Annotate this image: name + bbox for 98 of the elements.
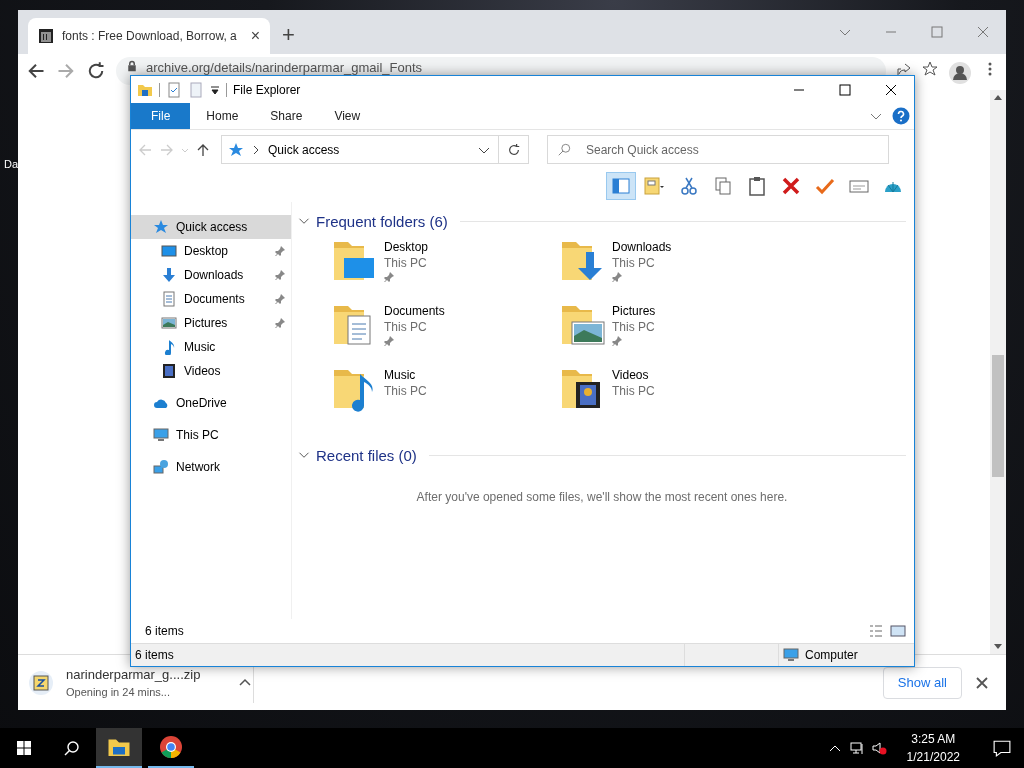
pin-icon (384, 336, 394, 346)
empty-message: After you've opened some files, we'll show the most recent ones here. (415, 490, 789, 504)
desktop-icon-label: Da (4, 158, 19, 170)
profile-avatar-icon[interactable] (948, 61, 972, 85)
folder-name[interactable]: Videos (612, 368, 655, 382)
sidebar-item[interactable]: This PC (131, 423, 291, 447)
folder-location: This PC (612, 256, 656, 270)
search-icon[interactable] (64, 740, 80, 756)
close-icon[interactable] (974, 674, 990, 691)
pin-icon (275, 318, 285, 328)
folder-name[interactable]: Documents (384, 304, 445, 318)
computer-icon (783, 647, 799, 663)
computer-icon (153, 427, 169, 443)
sidebar-item[interactable]: Downloads (131, 263, 291, 287)
speaker-muted-icon[interactable] (870, 740, 887, 756)
group-title: Recent files (0) (316, 446, 417, 464)
star-icon (153, 219, 169, 235)
delete-icon (781, 176, 801, 196)
network-icon[interactable] (848, 740, 865, 756)
toolbar-button[interactable] (606, 172, 636, 200)
folder-name[interactable]: Downloads (612, 240, 672, 254)
share-icon[interactable] (896, 61, 912, 77)
pin-icon (384, 272, 394, 282)
clock-date: 1/21/2022 (906, 750, 960, 764)
tab-title: fonts : Free Download, Borrow, a (62, 29, 238, 43)
windows-start-icon[interactable] (16, 740, 32, 756)
sidebar-item[interactable]: Quick access (131, 215, 291, 239)
download-icon (161, 267, 177, 283)
browser-tab[interactable]: fonts : Free Download, Borrow, a × (28, 18, 270, 54)
help-icon[interactable] (892, 107, 910, 125)
folder-name[interactable]: Pictures (612, 304, 656, 318)
pin-icon (275, 294, 285, 304)
folder-name[interactable]: Music (384, 368, 427, 382)
download-filename: narinderparmar_g....zip (66, 667, 202, 682)
notifications-icon[interactable] (993, 739, 1011, 757)
status-count: 6 items (135, 648, 174, 662)
folder-location: This PC (384, 384, 427, 398)
address-bar[interactable]: Quick access (221, 135, 499, 164)
status-location: Computer (805, 648, 858, 662)
sidebar-item[interactable]: OneDrive (131, 391, 291, 415)
chrome-icon[interactable] (159, 735, 183, 759)
tab-close-button[interactable]: × (250, 27, 260, 45)
folder-location: This PC (612, 320, 656, 334)
pin-icon (612, 336, 622, 346)
sidebar-item[interactable]: Pictures (131, 311, 291, 335)
new-tab-button[interactable]: + (282, 22, 295, 48)
preview-pane-icon (611, 176, 631, 196)
picture-icon (161, 315, 177, 331)
pin-icon (612, 272, 622, 282)
refresh-icon (506, 142, 521, 157)
folder-location: This PC (384, 256, 428, 270)
refresh-button[interactable] (499, 135, 529, 164)
chevron-right-icon (252, 144, 260, 155)
search-icon (557, 143, 571, 157)
search-field[interactable]: Search Quick access (547, 135, 889, 164)
sidebar-item[interactable]: Documents (131, 287, 291, 311)
ribbon-tab[interactable]: Share (254, 103, 319, 129)
pin-icon (275, 246, 285, 256)
zip-file-icon (28, 669, 54, 696)
sidebar-item[interactable]: Videos (131, 359, 291, 383)
sidebar-item[interactable]: Desktop (131, 239, 291, 263)
folder-location: This PC (384, 320, 428, 334)
item-count: 6 items (145, 624, 184, 638)
star-icon (228, 141, 244, 158)
large-icons-view-icon[interactable] (890, 623, 906, 639)
notes-icon (643, 176, 667, 196)
folder-location: This PC (612, 384, 655, 398)
paste-icon (747, 176, 767, 196)
desktop-icon (161, 243, 177, 259)
pin-icon (275, 270, 285, 280)
film-icon (161, 363, 177, 379)
scroll-down-icon[interactable] (994, 644, 1002, 650)
reload-icon[interactable] (86, 61, 106, 81)
network-icon (153, 459, 169, 475)
dropdown-icon[interactable] (210, 84, 220, 95)
file-menu-button[interactable]: File (131, 103, 191, 129)
clock-time: 3:25 AM (911, 732, 956, 746)
folder-name[interactable]: Desktop (384, 240, 429, 254)
cut-icon (679, 176, 699, 196)
maximize-icon[interactable] (837, 81, 853, 98)
lock-icon (126, 60, 138, 72)
star-icon[interactable] (922, 61, 938, 77)
show-all-button[interactable]: Show all (882, 666, 962, 699)
ribbon-tab[interactable]: Home (190, 103, 255, 129)
scrollbar-thumb[interactable] (992, 355, 1004, 477)
sidebar-item[interactable]: Music (131, 335, 291, 359)
copy-icon (713, 176, 733, 196)
back-icon[interactable] (26, 61, 46, 81)
document-icon (161, 291, 177, 307)
properties-icon[interactable] (166, 81, 182, 98)
download-status: Opening in 24 mins... (66, 686, 171, 698)
window-title: File Explorer (233, 82, 301, 97)
checkmark-icon (815, 176, 835, 196)
group-title: Frequent folders (6) (316, 212, 448, 230)
ribbon-tab[interactable]: View (318, 103, 377, 129)
sidebar-item[interactable]: Network (131, 455, 291, 479)
scroll-up-icon[interactable] (994, 94, 1002, 100)
library-logo-icon (38, 28, 54, 44)
